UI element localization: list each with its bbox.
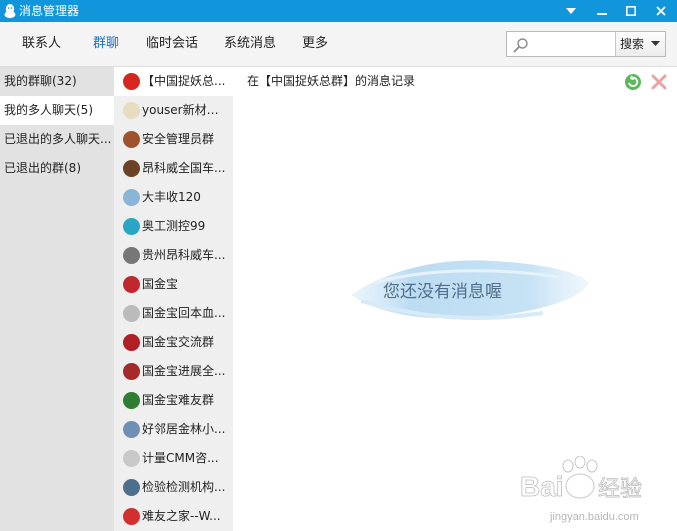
search-input[interactable]	[533, 34, 613, 54]
watermark-brand-suffix: 经验	[598, 477, 642, 502]
maximize-icon[interactable]	[617, 0, 645, 22]
group-name: 国金宝	[142, 277, 179, 291]
dropdown-arrow-icon[interactable]	[557, 0, 585, 22]
group-name: 国金宝交流群	[142, 335, 215, 349]
group-name: 国金宝进展全...	[142, 364, 226, 378]
search-button-label: 搜索	[620, 37, 645, 51]
tab-system-messages[interactable]: 系统消息	[224, 35, 276, 53]
avatar	[123, 218, 140, 235]
list-item[interactable]: youser新材料...	[114, 96, 233, 125]
refresh-icon[interactable]	[624, 73, 642, 91]
group-name: youser新材料...	[142, 103, 230, 117]
avatar	[123, 363, 140, 380]
tab-contacts[interactable]: 联系人	[22, 35, 61, 53]
minimize-icon[interactable]	[588, 0, 616, 22]
title-bar: 消息管理器	[0, 0, 677, 22]
list-item[interactable]: 检验检测机构...	[114, 473, 233, 502]
chevron-down-icon	[651, 41, 660, 46]
avatar	[123, 450, 140, 467]
category-list: 我的群聊(32) 我的多人聊天(5) 已退出的多人聊天... 已退出的群(8)	[0, 67, 114, 531]
group-name: 国金宝回本血...	[142, 306, 226, 320]
list-item[interactable]: 国金宝回本血...	[114, 299, 233, 328]
category-my-multi-chats[interactable]: 我的多人聊天(5)	[0, 96, 114, 125]
group-name: 国金宝难友群	[142, 393, 215, 407]
tab-temp-session[interactable]: 临时会话	[146, 35, 198, 53]
list-item[interactable]: 安全管理员群	[114, 125, 233, 154]
close-icon[interactable]	[647, 0, 675, 22]
qq-penguin-icon	[4, 4, 16, 19]
list-item[interactable]: 奥工测控99	[114, 212, 233, 241]
list-item[interactable]: 昂科威全国车...	[114, 154, 233, 183]
list-item[interactable]: 好邻居金林小...	[114, 415, 233, 444]
avatar	[123, 334, 140, 351]
tab-group-chat[interactable]: 群聊	[93, 35, 119, 53]
category-exited-groups[interactable]: 已退出的群(8)	[0, 154, 114, 183]
category-my-groups[interactable]: 我的群聊(32)	[0, 67, 114, 96]
window-title: 消息管理器	[19, 4, 80, 18]
group-name: 好邻居金林小...	[142, 422, 226, 436]
list-item[interactable]: 计量CMM咨...	[114, 444, 233, 473]
list-item[interactable]: 国金宝交流群	[114, 328, 233, 357]
group-name: 检验检测机构...	[142, 480, 226, 494]
category-exited-multi-chats[interactable]: 已退出的多人聊天...	[0, 125, 114, 154]
list-item[interactable]: 国金宝进展全...	[114, 357, 233, 386]
group-name: 昂科威全国车...	[142, 161, 226, 175]
avatar	[123, 247, 140, 264]
group-list: 【中国捉妖总... youser新材料... 安全管理员群 昂科威全国车... …	[114, 67, 233, 531]
avatar	[123, 479, 140, 496]
watermark-domain: jingyan.baidu.com	[549, 511, 639, 523]
group-name: 大丰收120	[142, 190, 201, 204]
group-name: 【中国捉妖总...	[142, 74, 226, 88]
list-item[interactable]: 难友之家--W...	[114, 502, 233, 531]
list-item[interactable]: 贵州昂科威车...	[114, 241, 233, 270]
avatar	[123, 73, 140, 90]
list-item[interactable]: 国金宝难友群	[114, 386, 233, 415]
search-icon	[513, 38, 528, 53]
empty-message-text: 您还没有消息喔	[383, 282, 502, 302]
list-item[interactable]: 大丰收120	[114, 183, 233, 212]
group-name: 贵州昂科威车...	[142, 248, 226, 262]
avatar	[123, 102, 140, 119]
delete-icon[interactable]	[650, 73, 668, 91]
avatar	[123, 131, 140, 148]
group-name: 安全管理员群	[142, 132, 215, 146]
avatar	[123, 160, 140, 177]
group-name: 计量CMM咨...	[142, 451, 219, 465]
search-box: 搜索	[506, 31, 666, 57]
watermark-logo: Bai 经验 jingyan.baidu.com	[520, 456, 642, 523]
avatar	[123, 508, 140, 525]
avatar	[123, 421, 140, 438]
avatar	[123, 276, 140, 293]
group-name: 难友之家--W...	[142, 509, 221, 523]
list-item[interactable]: 国金宝	[114, 270, 233, 299]
search-button[interactable]: 搜索	[615, 32, 665, 56]
group-name: 奥工测控99	[142, 219, 206, 233]
tab-more[interactable]: 更多	[302, 35, 328, 53]
list-item[interactable]: 【中国捉妖总...	[114, 67, 233, 96]
avatar	[123, 189, 140, 206]
avatar	[123, 392, 140, 409]
avatar	[123, 305, 140, 322]
toolbar: 联系人 群聊 临时会话 系统消息 更多 搜索	[0, 22, 677, 67]
record-title: 在【中国捉妖总群】的消息记录	[247, 74, 416, 88]
watermark-brand: Bai	[520, 471, 564, 502]
